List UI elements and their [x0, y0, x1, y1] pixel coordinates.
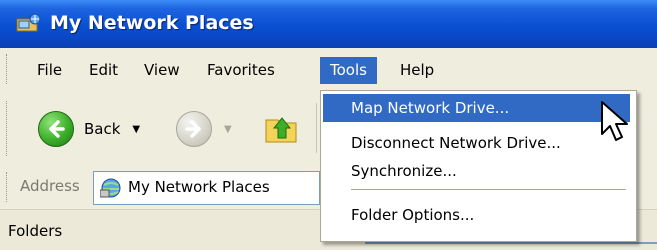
network-places-icon: [16, 13, 41, 32]
menu-tools[interactable]: Tools: [320, 57, 377, 84]
menu-favorites[interactable]: Favorites: [197, 58, 285, 82]
menu-separator: [351, 189, 626, 190]
forward-arrow-icon: [176, 111, 212, 147]
menu-file[interactable]: File: [27, 58, 72, 82]
menu-item-map-network-drive[interactable]: Map Network Drive...: [323, 94, 630, 122]
menubar-grip[interactable]: [6, 54, 9, 84]
menu-view[interactable]: View: [134, 58, 190, 82]
up-folder-icon: [265, 117, 297, 143]
folders-label: Folders: [8, 222, 63, 240]
window-title: My Network Places: [50, 12, 254, 34]
up-button[interactable]: [262, 108, 302, 148]
menu-item-folder-options[interactable]: Folder Options...: [323, 201, 630, 229]
addressbar-grip[interactable]: [6, 172, 9, 202]
forward-dropdown-icon[interactable]: ▼: [224, 124, 232, 135]
content-pane-border: [365, 242, 657, 244]
menu-help[interactable]: Help: [390, 58, 444, 82]
title-bar[interactable]: My Network Places: [0, 0, 657, 48]
menu-item-synchronize[interactable]: Synchronize...: [323, 157, 630, 185]
tools-menu: Map Network Drive... Disconnect Network …: [320, 90, 637, 242]
mouse-pointer-icon: [601, 101, 628, 141]
toolbar-grip[interactable]: [6, 101, 9, 156]
back-arrow-icon: [38, 111, 74, 147]
address-label: Address: [20, 177, 80, 195]
menu-bar: File Edit View Favorites Tools Help: [0, 48, 657, 92]
forward-button[interactable]: ▼: [176, 111, 232, 147]
back-button[interactable]: Back ▼: [38, 111, 140, 147]
toolbar-separator: [316, 103, 317, 153]
network-places-icon: [100, 178, 121, 198]
address-field[interactable]: My Network Places: [93, 171, 320, 205]
back-dropdown-icon[interactable]: ▼: [132, 124, 140, 135]
address-value: My Network Places: [128, 178, 270, 196]
back-label: Back: [84, 120, 121, 138]
menu-item-disconnect-network-drive[interactable]: Disconnect Network Drive...: [323, 129, 630, 157]
menu-edit[interactable]: Edit: [79, 58, 128, 82]
